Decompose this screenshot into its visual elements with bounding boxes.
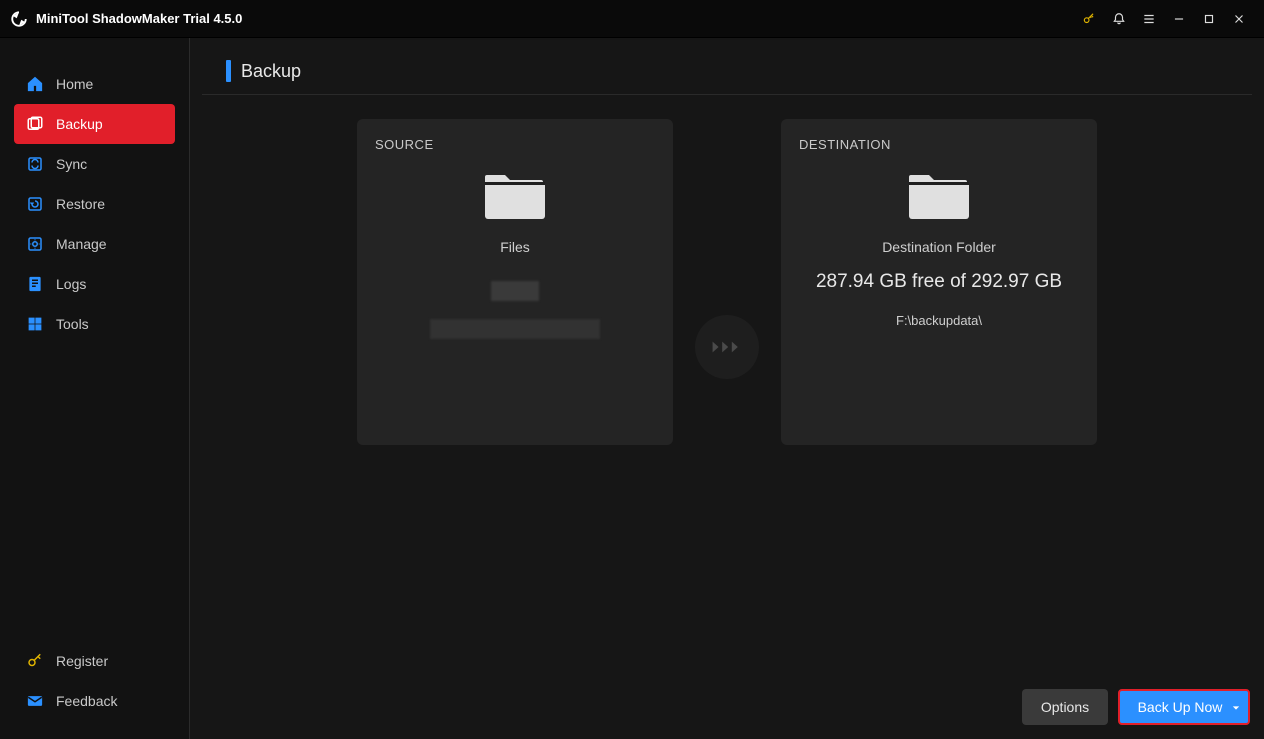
- backup-now-button[interactable]: Back Up Now: [1118, 689, 1250, 725]
- source-redacted-1: [491, 281, 539, 301]
- maximize-button[interactable]: [1194, 4, 1224, 34]
- sidebar-item-home[interactable]: Home: [14, 64, 175, 104]
- tools-icon: [26, 315, 44, 333]
- menu-icon[interactable]: [1134, 4, 1164, 34]
- source-caption: Files: [500, 239, 530, 255]
- page-title: Backup: [241, 61, 301, 82]
- source-title: SOURCE: [357, 137, 434, 152]
- chevron-down-icon: [1232, 699, 1240, 715]
- manage-icon: [26, 235, 44, 253]
- logs-icon: [26, 275, 44, 293]
- close-button[interactable]: [1224, 4, 1254, 34]
- sidebar-item-label: Tools: [56, 316, 89, 332]
- destination-card[interactable]: DESTINATION Destination Folder 287.94 GB…: [781, 119, 1097, 445]
- backup-icon: [26, 115, 44, 133]
- app-logo-icon: [10, 10, 28, 28]
- sidebar-item-label: Manage: [56, 236, 107, 252]
- key-icon: [26, 652, 44, 670]
- page-header: Backup: [202, 38, 1252, 95]
- sidebar-item-label: Sync: [56, 156, 87, 172]
- license-key-icon[interactable]: [1074, 4, 1104, 34]
- sidebar-item-label: Backup: [56, 116, 103, 132]
- main-content: Backup SOURCE Files DESTINATION: [190, 38, 1264, 739]
- folder-icon: [483, 170, 547, 225]
- folder-icon: [907, 170, 971, 225]
- sidebar-item-feedback[interactable]: Feedback: [14, 681, 175, 721]
- sidebar-item-label: Register: [56, 653, 108, 669]
- destination-title: DESTINATION: [781, 137, 891, 152]
- titlebar: MiniTool ShadowMaker Trial 4.5.0: [0, 0, 1264, 38]
- source-card[interactable]: SOURCE Files: [357, 119, 673, 445]
- notifications-icon[interactable]: [1104, 4, 1134, 34]
- sidebar-item-manage[interactable]: Manage: [14, 224, 175, 264]
- home-icon: [26, 75, 44, 93]
- sidebar-item-restore[interactable]: Restore: [14, 184, 175, 224]
- sidebar-item-label: Home: [56, 76, 93, 92]
- transfer-arrow-icon: [695, 315, 759, 379]
- sidebar-item-label: Feedback: [56, 693, 117, 709]
- sidebar-item-label: Logs: [56, 276, 86, 292]
- sidebar-item-label: Restore: [56, 196, 105, 212]
- sidebar-item-tools[interactable]: Tools: [14, 304, 175, 344]
- destination-caption: Destination Folder: [882, 239, 996, 255]
- destination-space: 287.94 GB free of 292.97 GB: [816, 271, 1062, 293]
- sidebar: Home Backup Sync Restore Manage Logs: [0, 38, 190, 739]
- minimize-button[interactable]: [1164, 4, 1194, 34]
- app-title: MiniTool ShadowMaker Trial 4.5.0: [36, 11, 242, 26]
- destination-path: F:\backupdata\: [896, 313, 982, 328]
- accent-bar: [226, 60, 231, 82]
- mail-icon: [26, 692, 44, 710]
- sidebar-item-backup[interactable]: Backup: [14, 104, 175, 144]
- sidebar-item-sync[interactable]: Sync: [14, 144, 175, 184]
- footer-buttons: Options Back Up Now: [1022, 689, 1250, 725]
- source-redacted-2: [430, 319, 600, 339]
- sidebar-item-logs[interactable]: Logs: [14, 264, 175, 304]
- sidebar-item-register[interactable]: Register: [14, 641, 175, 681]
- backup-now-label: Back Up Now: [1138, 699, 1223, 715]
- restore-icon: [26, 195, 44, 213]
- sync-icon: [26, 155, 44, 173]
- options-button[interactable]: Options: [1022, 689, 1108, 725]
